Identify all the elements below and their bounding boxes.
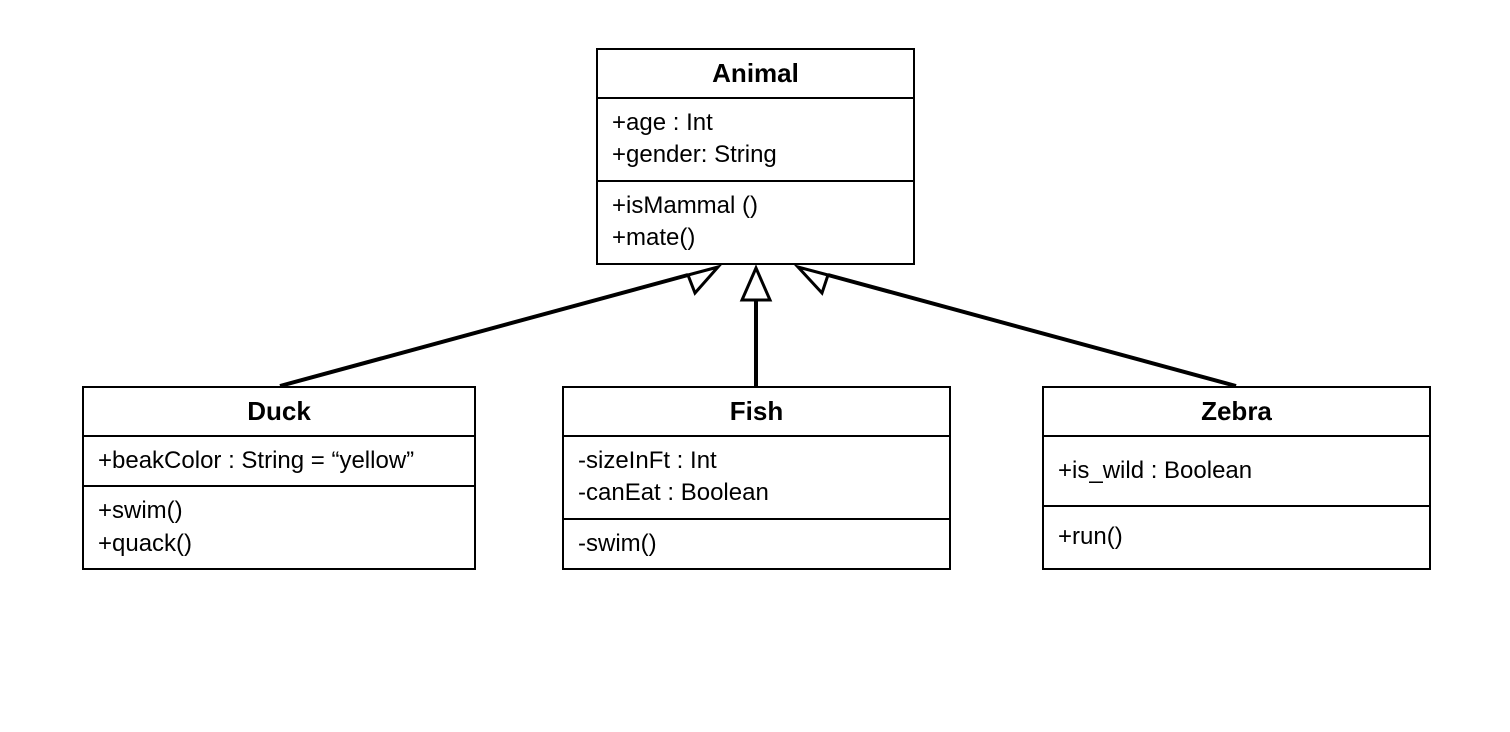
class-fish-name: Fish: [564, 388, 949, 437]
class-duck: Duck +beakColor : String = “yellow” +swi…: [82, 386, 476, 570]
class-duck-methods: +swim() +quack(): [84, 487, 474, 568]
arrow-duck-to-animal: [280, 267, 718, 386]
method: +mate(): [612, 222, 899, 254]
class-zebra: Zebra +is_wild : Boolean +run(): [1042, 386, 1431, 570]
method: -swim(): [578, 528, 935, 560]
class-fish: Fish -sizeInFt : Int -canEat : Boolean -…: [562, 386, 951, 570]
class-animal-methods: +isMammal () +mate(): [598, 182, 913, 263]
attribute: +age : Int: [612, 107, 899, 139]
class-duck-name: Duck: [84, 388, 474, 437]
attribute: +gender: String: [612, 139, 899, 171]
class-animal-attributes: +age : Int +gender: String: [598, 99, 913, 182]
class-zebra-attributes: +is_wild : Boolean: [1044, 437, 1429, 507]
class-fish-attributes: -sizeInFt : Int -canEat : Boolean: [564, 437, 949, 520]
class-zebra-name: Zebra: [1044, 388, 1429, 437]
arrow-fish-to-animal: [742, 268, 770, 386]
method: +quack(): [98, 528, 460, 560]
method: +swim(): [98, 495, 460, 527]
attribute: +is_wild : Boolean: [1058, 455, 1415, 487]
attribute: +beakColor : String = “yellow”: [98, 445, 460, 477]
class-animal: Animal +age : Int +gender: String +isMam…: [596, 48, 915, 265]
class-duck-attributes: +beakColor : String = “yellow”: [84, 437, 474, 487]
class-zebra-methods: +run(): [1044, 507, 1429, 567]
class-animal-name: Animal: [598, 50, 913, 99]
class-fish-methods: -swim(): [564, 520, 949, 568]
arrow-zebra-to-animal: [798, 267, 1236, 386]
attribute: -canEat : Boolean: [578, 477, 935, 509]
method: +isMammal (): [612, 190, 899, 222]
method: +run(): [1058, 521, 1415, 553]
uml-diagram: Animal +age : Int +gender: String +isMam…: [0, 0, 1510, 732]
attribute: -sizeInFt : Int: [578, 445, 935, 477]
